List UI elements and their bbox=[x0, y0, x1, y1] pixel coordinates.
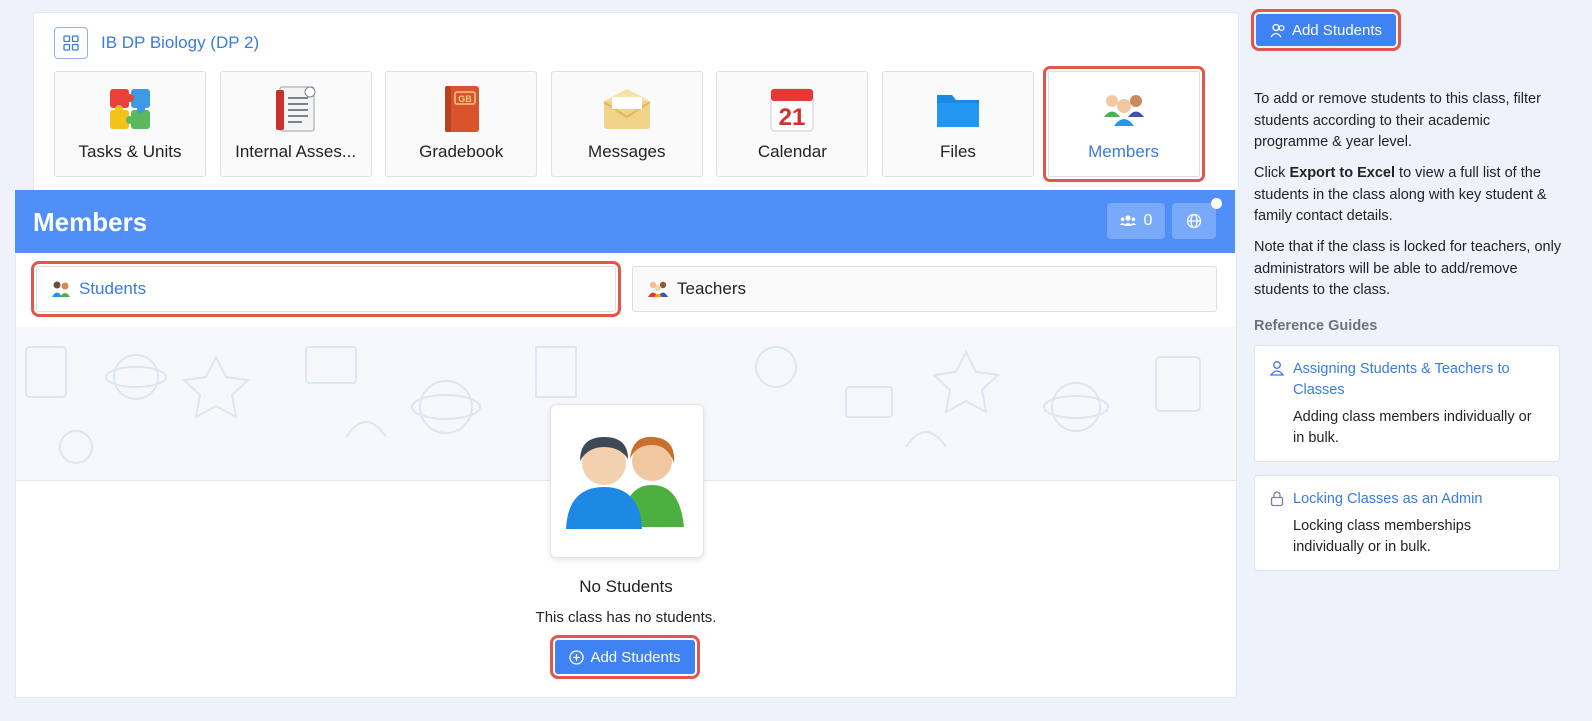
empty-state-title: No Students bbox=[579, 577, 673, 596]
folder-icon bbox=[936, 95, 979, 127]
button-label: Add Students bbox=[1291, 21, 1383, 39]
tile-calendar[interactable]: 21 Calendar bbox=[716, 71, 869, 177]
envelope-icon bbox=[603, 89, 651, 129]
tab-teachers[interactable]: Teachers bbox=[632, 266, 1217, 312]
member-count: 0 bbox=[1143, 212, 1153, 229]
globe-button[interactable] bbox=[1172, 203, 1216, 239]
guide-description: Adding class members individually or in … bbox=[1293, 409, 1532, 446]
button-label: Add Students bbox=[590, 648, 681, 666]
guide-card-assigning[interactable]: Assigning Students & Teachers to Classes… bbox=[1254, 345, 1560, 462]
members-title: Members bbox=[33, 207, 148, 237]
calendar-day: 21 bbox=[779, 104, 806, 131]
help-paragraph-1: To add or remove students to this class,… bbox=[1254, 91, 1541, 150]
tile-internal-assessment[interactable]: Internal Asses... bbox=[219, 71, 372, 177]
tab-students[interactable]: Students bbox=[31, 261, 621, 317]
add-students-button[interactable]: Add Students bbox=[550, 635, 700, 679]
apps-grid-button[interactable] bbox=[54, 27, 88, 59]
member-tabs: Students Teachers bbox=[16, 253, 1236, 328]
plus-circle-icon bbox=[569, 649, 585, 665]
export-to-excel-text: Export to Excel bbox=[1289, 165, 1396, 181]
students-icon bbox=[52, 281, 70, 297]
gradebook-icon: GB bbox=[445, 86, 480, 132]
grid-icon bbox=[63, 35, 79, 51]
tile-label: Messages bbox=[588, 142, 666, 161]
tile-label: Calendar bbox=[757, 142, 827, 161]
tile-label: Internal Asses... bbox=[235, 142, 357, 161]
members-header: Members 0 bbox=[15, 190, 1235, 253]
lock-icon bbox=[1270, 491, 1284, 507]
members-icon bbox=[1103, 95, 1144, 126]
tile-gradebook[interactable]: GB Gradebook bbox=[385, 71, 538, 177]
tile-members[interactable]: Members bbox=[1042, 66, 1205, 182]
guide-card-locking[interactable]: Locking Classes as an Admin Locking clas… bbox=[1254, 475, 1560, 571]
class-title[interactable]: IB DP Biology (DP 2) bbox=[101, 33, 259, 53]
tile-files[interactable]: Files bbox=[881, 71, 1034, 177]
guide-description: Locking class memberships individually o… bbox=[1293, 518, 1472, 555]
svg-text:GB: GB bbox=[458, 94, 472, 104]
reference-guides-heading: Reference Guides bbox=[1254, 318, 1378, 334]
empty-state-illustration bbox=[550, 404, 704, 558]
puzzle-icon bbox=[110, 89, 150, 129]
class-title-row: IB DP Biology (DP 2) bbox=[54, 27, 259, 59]
students-illustration-icon bbox=[566, 436, 684, 529]
help-paragraph-3: Note that if the class is locked for tea… bbox=[1254, 239, 1562, 298]
sidebar-add-students-button[interactable]: Add Students bbox=[1251, 9, 1401, 51]
tile-label: Gradebook bbox=[419, 142, 504, 161]
guide-link[interactable]: Assigning Students & Teachers to Classes bbox=[1293, 359, 1543, 401]
tab-label: Teachers bbox=[677, 279, 746, 298]
tab-label: Students bbox=[79, 279, 147, 298]
members-body: Students Teachers No Students This class… bbox=[15, 253, 1237, 698]
help-paragraph-2: Click Export to Excel to view a full lis… bbox=[1254, 165, 1547, 224]
add-user-icon bbox=[1270, 23, 1285, 37]
user-outline-icon bbox=[1269, 361, 1285, 376]
tile-label: Files bbox=[940, 142, 976, 161]
globe-icon bbox=[1186, 213, 1202, 229]
empty-state-subtitle: This class has no students. bbox=[535, 609, 717, 626]
class-nav-tiles: Tasks & Units Internal Asses... GB Grade… bbox=[54, 66, 1213, 182]
tile-label: Members bbox=[1088, 142, 1159, 161]
class-header-card: IB DP Biology (DP 2) Tasks & Units Inter… bbox=[33, 12, 1239, 192]
member-count-button[interactable]: 0 bbox=[1107, 203, 1165, 239]
assessment-icon bbox=[275, 86, 316, 132]
teachers-icon bbox=[648, 281, 668, 297]
calendar-icon: 21 bbox=[770, 88, 814, 132]
tile-tasks-units[interactable]: Tasks & Units bbox=[54, 71, 206, 177]
tile-messages[interactable]: Messages bbox=[550, 71, 703, 177]
users-icon bbox=[1119, 215, 1136, 226]
tile-label: Tasks & Units bbox=[78, 142, 182, 161]
notification-dot bbox=[1211, 198, 1222, 209]
guide-link[interactable]: Locking Classes as an Admin bbox=[1293, 489, 1543, 510]
